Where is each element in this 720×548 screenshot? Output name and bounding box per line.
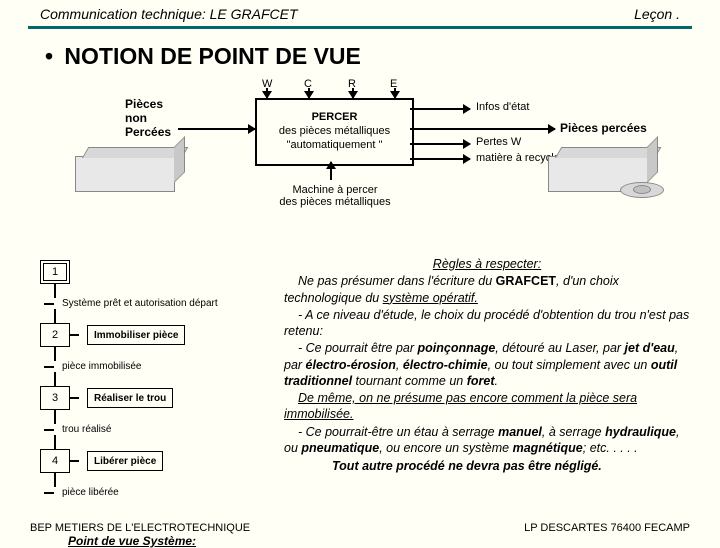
link (54, 435, 56, 449)
sadt-diagram: W C R E PERCER des pièces métalliques "a… (60, 76, 690, 232)
bottom-label: Machine à percer des pièces métalliques (260, 184, 410, 208)
main-box: PERCER des pièces métalliques "automatiq… (255, 98, 414, 166)
block-left-icon (75, 156, 175, 192)
link (54, 284, 56, 298)
left-label: Pièces non Percées (125, 98, 171, 139)
t4: pièce libérée (62, 487, 119, 498)
footer-left: BEP METIERS DE L'ELECTROTECHNIQUE (30, 522, 250, 534)
link (54, 372, 56, 386)
header-left: Communication technique: LE GRAFCET (40, 6, 298, 22)
link (54, 309, 56, 323)
arrow-input (178, 128, 255, 130)
title-text: NOTION DE POINT DE VUE (64, 43, 360, 69)
t3: trou réalisé (62, 424, 111, 435)
disc-icon (620, 182, 664, 198)
t2: pièce immobilisée (62, 361, 141, 372)
rule-p5: - Ce pourrait-être un étau à serrage man… (284, 424, 690, 457)
link (54, 347, 56, 361)
rule-p3: - Ce pourrait être par poinçonnage, déto… (284, 340, 690, 389)
header-right: Leçon . (634, 6, 680, 22)
main-l3: "automatiquement " (257, 139, 412, 153)
out2: Pertes W (476, 136, 521, 148)
slide-header: Communication technique: LE GRAFCET Leço… (0, 0, 720, 26)
rules-text: Règles à respecter: Ne pas présumer dans… (284, 256, 690, 475)
rule-p2: - A ce niveau d'étude, le choix du procé… (284, 307, 690, 340)
out1: Infos d'état (476, 101, 529, 113)
link (54, 410, 56, 424)
arrow-out2 (410, 143, 470, 145)
right-label: Pièces percées (560, 121, 647, 135)
bullet-icon: • (40, 43, 58, 70)
arrow-e (394, 88, 396, 98)
rule-p4: De même, on ne présume pas encore commen… (284, 390, 690, 423)
main-l2: des pièces métalliques (257, 125, 412, 139)
step-3: 3 (40, 386, 70, 410)
step-2: 2 (40, 323, 70, 347)
slide-title: • NOTION DE POINT DE VUE (0, 29, 720, 76)
a4: Libérer pièce (87, 451, 163, 471)
arrow-c (308, 88, 310, 98)
slide-footer: BEP METIERS DE L'ELECTROTECHNIQUE LP DES… (0, 522, 720, 534)
rules-heading: Règles à respecter: (284, 256, 690, 272)
arrow-out3 (410, 158, 470, 160)
link (54, 473, 56, 487)
rule-last: Tout autre procédé ne devra pas être nég… (284, 458, 690, 474)
step-4: 4 (40, 449, 70, 473)
a3: Réaliser le trou (87, 388, 173, 408)
arrow-bottom (330, 162, 332, 180)
rule-p1: Ne pas présumer dans l'écriture du GRAFC… (284, 273, 690, 306)
t1: Système prêt et autorisation départ (62, 298, 218, 309)
grafcet-caption: Point de vue Système: (68, 534, 250, 548)
a2: Immobiliser pièce (87, 325, 185, 345)
main-l1: PERCER (257, 111, 412, 125)
arrow-out-main (410, 128, 555, 130)
lower-section: 1 Système prêt et autorisation départ 2I… (0, 260, 720, 512)
arrow-out1 (410, 108, 470, 110)
arrow-w (266, 88, 268, 98)
arrow-r (352, 88, 354, 98)
footer-right: LP DESCARTES 76400 FECAMP (524, 522, 690, 534)
step-1: 1 (40, 260, 70, 284)
grafcet-chart: 1 Système prêt et autorisation départ 2I… (40, 260, 250, 548)
